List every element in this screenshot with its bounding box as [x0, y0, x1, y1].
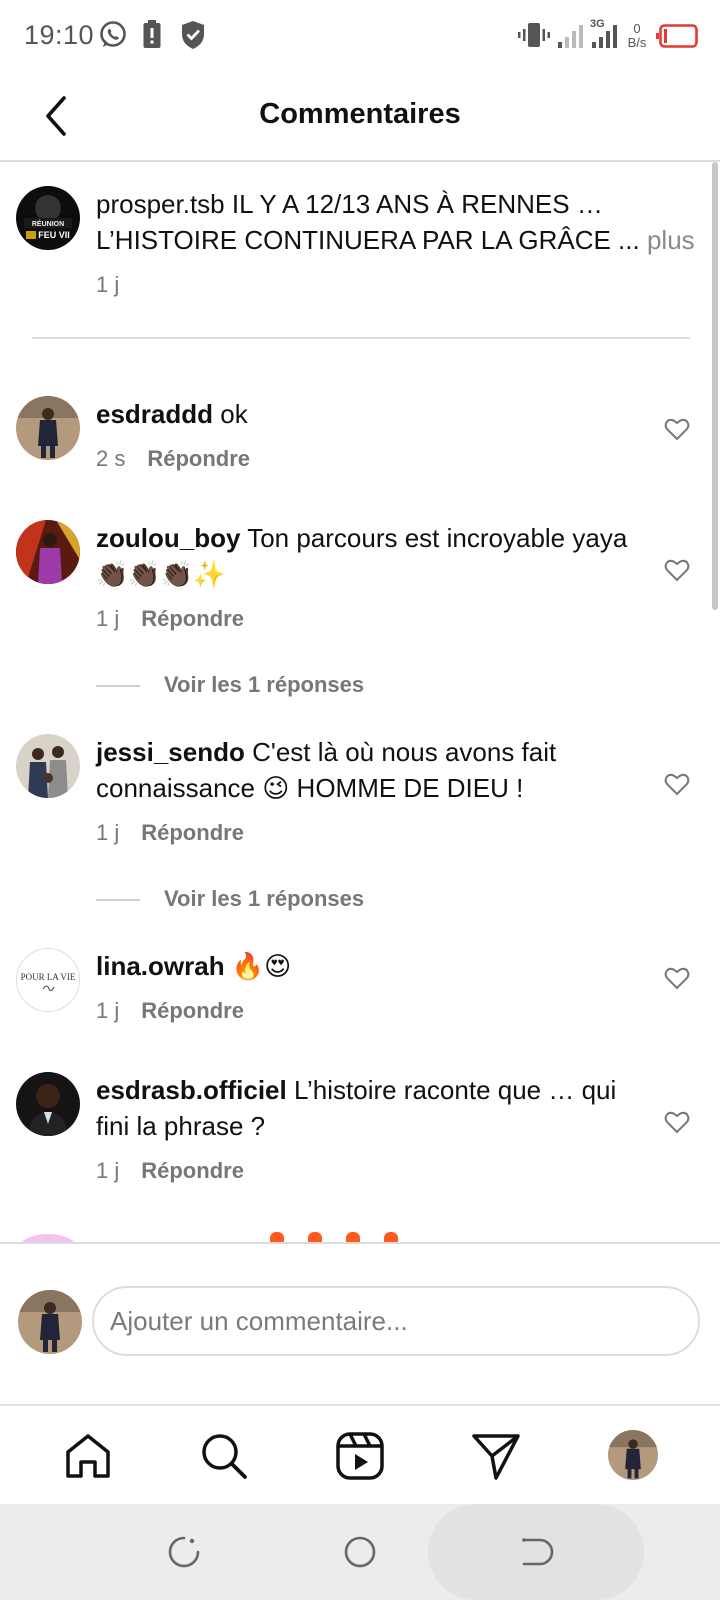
comment-composer: [0, 1242, 720, 1406]
reply-button[interactable]: Répondre: [147, 446, 250, 471]
vibrate-icon: [518, 23, 550, 47]
caption-divider: [32, 337, 690, 339]
caption-username[interactable]: prosper.tsb: [96, 189, 225, 219]
partial-emoji: [270, 1232, 284, 1242]
paper-plane-icon[interactable]: [470, 1430, 522, 1482]
comment-avatar[interactable]: [16, 1072, 80, 1136]
current-user-avatar[interactable]: [18, 1290, 82, 1354]
reply-button[interactable]: Répondre: [141, 820, 244, 845]
view-replies-label: Voir les 1 réponses: [164, 886, 365, 911]
view-replies-button[interactable]: Voir les 1 réponses: [96, 886, 364, 912]
partial-avatar: [18, 1234, 78, 1242]
reply-button[interactable]: Répondre: [141, 606, 244, 631]
partial-emoji: [308, 1232, 322, 1242]
network-speed: 0 B/s: [627, 21, 647, 50]
comment-username[interactable]: esdrasb.officiel: [96, 1075, 287, 1105]
comment-time: 1 j: [96, 606, 120, 631]
caption-avatar[interactable]: RÉUNION FEU VII: [16, 186, 80, 250]
comment-text: esdraddd ok: [96, 396, 656, 432]
search-icon[interactable]: [198, 1430, 250, 1482]
page-title: Commentaires: [259, 98, 461, 130]
comment-time: 2 s: [96, 446, 126, 471]
comment-time: 1 j: [96, 998, 120, 1023]
view-replies-label: Voir les 1 réponses: [164, 672, 365, 697]
home-circle-icon[interactable]: [342, 1534, 378, 1570]
view-replies-button[interactable]: Voir les 1 réponses: [96, 672, 364, 698]
partial-next-comment: [0, 1232, 720, 1242]
bottom-navigation: [0, 1404, 720, 1506]
comment-body: ok: [220, 399, 248, 429]
comment-username[interactable]: lina.owrah: [96, 951, 225, 981]
comment-avatar[interactable]: [16, 734, 80, 798]
comment-meta: 1 j Répondre: [96, 998, 244, 1024]
home-icon[interactable]: [62, 1430, 114, 1482]
recent-apps-icon[interactable]: [166, 1534, 202, 1570]
heart-icon[interactable]: [664, 417, 690, 441]
header: Commentaires: [0, 72, 720, 162]
comment-text: esdrasb.officiel L’histoire raconte que …: [96, 1072, 656, 1144]
comment-username[interactable]: jessi_sendo: [96, 737, 245, 767]
partial-emoji: [384, 1232, 398, 1242]
comment-avatar[interactable]: [16, 396, 80, 460]
comment-text: zoulou_boy Ton parcours est incroyable y…: [96, 520, 656, 592]
heart-icon[interactable]: [664, 772, 690, 796]
signal-3g-icon: [592, 25, 617, 48]
back-nav-icon[interactable]: [518, 1534, 554, 1570]
caption-more-link[interactable]: plus: [647, 225, 695, 255]
status-bar: 19:10 3G 0 B/s: [0, 0, 720, 72]
reels-icon[interactable]: [334, 1430, 386, 1482]
comment-avatar[interactable]: POUR LA VIE: [16, 948, 80, 1012]
partial-emoji: [346, 1232, 360, 1242]
profile-tab-avatar[interactable]: [608, 1430, 658, 1480]
signal-icon: [558, 25, 583, 48]
replies-line: [96, 685, 140, 688]
scrollbar[interactable]: [712, 162, 718, 610]
comment-avatar[interactable]: [16, 520, 80, 584]
comment-meta: 2 s Répondre: [96, 446, 250, 472]
caption-time: 1 j: [96, 272, 120, 297]
comment-username[interactable]: esdraddd: [96, 399, 213, 429]
comment-time: 1 j: [96, 1158, 120, 1183]
replies-line: [96, 899, 140, 902]
status-time: 19:10: [24, 20, 95, 50]
comment-input[interactable]: [92, 1286, 700, 1356]
svg-text:FEU VII: FEU VII: [38, 230, 70, 240]
comment-meta: 1 j Répondre: [96, 1158, 244, 1184]
comment-username[interactable]: zoulou_boy: [96, 523, 240, 553]
whatsapp-icon: [100, 21, 126, 47]
battery-low-icon: [656, 24, 698, 48]
shield-icon: [182, 21, 204, 49]
comment-body: 🔥😍: [231, 951, 292, 981]
comment-text: jessi_sendo C'est là où nous avons fait …: [96, 734, 656, 806]
comment-time: 1 j: [96, 820, 120, 845]
avatar-logo-text: POUR LA VIE: [21, 972, 76, 982]
heart-icon[interactable]: [664, 1110, 690, 1134]
svg-text:RÉUNION: RÉUNION: [32, 219, 64, 228]
system-navigation-bar: [0, 1504, 720, 1600]
caption-meta: 1 j: [96, 272, 119, 298]
heart-icon[interactable]: [664, 966, 690, 990]
comment-meta: 1 j Répondre: [96, 606, 244, 632]
reply-button[interactable]: Répondre: [141, 1158, 244, 1183]
battery-alert-icon: [143, 20, 161, 48]
caption-text: prosper.tsb IL Y A 12/13 ANS À RENNES … …: [96, 186, 696, 258]
heart-icon[interactable]: [664, 558, 690, 582]
comment-meta: 1 j Répondre: [96, 820, 244, 846]
reply-button[interactable]: Répondre: [141, 998, 244, 1023]
comment-text: lina.owrah 🔥😍: [96, 948, 656, 984]
